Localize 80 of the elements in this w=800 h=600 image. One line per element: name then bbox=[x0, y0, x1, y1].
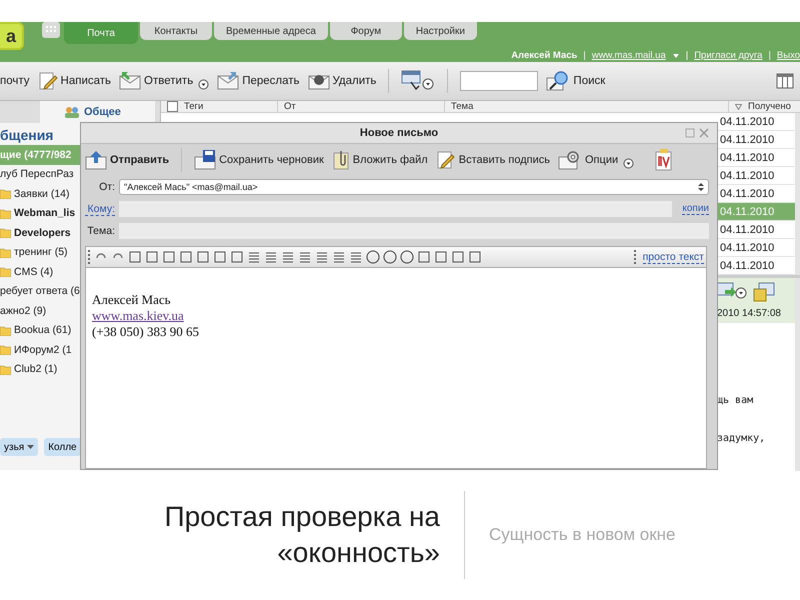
folder-item[interactable]: Club2 (1) bbox=[0, 360, 80, 379]
message-date: 2010 14:57:08 bbox=[717, 308, 782, 319]
folder-item[interactable]: ИФорум2 (1 bbox=[0, 340, 80, 360]
toolbar-button[interactable]: Написать bbox=[38, 71, 112, 91]
to-field[interactable] bbox=[119, 201, 672, 217]
subject-field[interactable] bbox=[119, 223, 709, 239]
folder-item[interactable]: Заявки (14) bbox=[0, 184, 80, 204]
plain-text-link[interactable]: просто текст bbox=[642, 250, 704, 264]
search-button[interactable]: Поиск bbox=[546, 70, 606, 92]
signature-link[interactable]: www.mas.kiev.ua bbox=[92, 308, 184, 324]
stepper-icon[interactable] bbox=[698, 182, 704, 192]
dialog-toolbar-button[interactable]: Вставить подпись bbox=[436, 150, 550, 170]
dropdown-icon[interactable] bbox=[198, 78, 210, 90]
nav-tab[interactable]: Контакты bbox=[140, 22, 212, 40]
logo[interactable]: a bbox=[0, 22, 24, 50]
folder-item[interactable]: Developers bbox=[0, 223, 80, 242]
folder-item[interactable]: ажно2 (9) bbox=[0, 301, 80, 320]
envelope-icon[interactable] bbox=[119, 71, 142, 91]
toolbar-button[interactable]: Переслать bbox=[217, 71, 300, 91]
cc-link[interactable]: копии bbox=[682, 203, 709, 215]
field-label: Тема: bbox=[86, 225, 115, 237]
from-select[interactable]: "Алексей Мась" <mas@mail.ua> bbox=[119, 179, 709, 195]
contact-group-button[interactable]: Колле bbox=[44, 438, 81, 456]
separator: | bbox=[768, 50, 771, 61]
signature-phone: (+38 050) 383 90 65 bbox=[92, 324, 199, 340]
field-label: От: bbox=[98, 181, 115, 193]
smiley-icon[interactable] bbox=[366, 250, 380, 264]
column-header[interactable]: От bbox=[278, 101, 445, 112]
dialog-toolbar-button[interactable]: Опции bbox=[558, 150, 634, 170]
folder-item[interactable]: луб ПереспРаз bbox=[0, 164, 80, 184]
envelope-icon[interactable] bbox=[217, 71, 240, 91]
nav-tab[interactable]: Настройки bbox=[404, 22, 477, 40]
move-icon[interactable] bbox=[717, 282, 747, 300]
caret-icon[interactable] bbox=[672, 52, 680, 58]
separator: | bbox=[583, 50, 586, 61]
dropdown-icon[interactable] bbox=[623, 158, 634, 168]
toolbar-button[interactable]: Ответить bbox=[119, 71, 210, 91]
folder-item[interactable]: Bookua (61) bbox=[0, 320, 80, 340]
align-right-icon[interactable] bbox=[281, 250, 295, 264]
signature-name: Алексей Мась bbox=[92, 292, 171, 308]
search-field[interactable] bbox=[460, 71, 538, 91]
user-name: Алексей Мась bbox=[511, 50, 578, 61]
dialog-toolbar-button[interactable]: Вложить файл bbox=[332, 150, 428, 170]
nav-tab[interactable]: Форум bbox=[330, 22, 402, 40]
pencil-icon[interactable] bbox=[38, 71, 58, 91]
sad-face-icon[interactable] bbox=[400, 250, 414, 264]
column-header[interactable]: Теги bbox=[161, 101, 278, 112]
search-icon[interactable] bbox=[546, 70, 570, 92]
pencil-icon[interactable] bbox=[436, 150, 456, 170]
column-header[interactable]: Получено bbox=[729, 101, 800, 112]
folder-item[interactable]: ребует ответа (6 bbox=[0, 282, 80, 301]
floppy-disk-icon[interactable] bbox=[194, 150, 216, 170]
send-icon[interactable] bbox=[85, 150, 107, 170]
sidebar-tab[interactable]: Общее bbox=[40, 101, 155, 123]
columns-icon[interactable] bbox=[776, 72, 794, 90]
message-text: задумку, bbox=[717, 433, 766, 446]
slide-title: Простая проверка на «оконность» bbox=[163, 500, 440, 570]
nav-tab[interactable]: Временные адреса bbox=[214, 22, 328, 40]
toolbar-button[interactable]: Удалить bbox=[308, 71, 376, 91]
folder-item[interactable]: CMS (4) bbox=[0, 262, 80, 282]
dialog-title: Новое письмо bbox=[360, 127, 438, 139]
toolbar-button[interactable]: почту bbox=[0, 75, 30, 87]
contact-group-button[interactable]: узья bbox=[0, 438, 38, 456]
smiley-icon[interactable] bbox=[383, 250, 397, 264]
sort-icon[interactable] bbox=[735, 104, 742, 110]
message-body-field[interactable]: Алексей Мась www.mas.kiev.ua (+38 050) 383 90 65 bbox=[86, 268, 706, 468]
align-center-icon[interactable] bbox=[264, 250, 278, 264]
folder-item[interactable]: Webman_lis bbox=[0, 204, 80, 223]
folder-item[interactable]: тренинг (5) bbox=[0, 242, 80, 262]
dialog-toolbar-button[interactable]: Сохранить черновик bbox=[194, 150, 324, 170]
column-header[interactable]: Тема bbox=[445, 101, 729, 112]
caret-icon[interactable] bbox=[27, 444, 34, 450]
slide-subtitle: Сущность в новом окне bbox=[489, 525, 676, 545]
paperclip-icon[interactable] bbox=[332, 150, 350, 170]
align-left-icon[interactable] bbox=[247, 250, 261, 264]
sidebar-heading: бщения bbox=[0, 126, 54, 145]
window-icon[interactable] bbox=[753, 282, 775, 302]
separator: | bbox=[686, 50, 688, 61]
to-link[interactable]: Кому: bbox=[85, 202, 115, 216]
dialog-toolbar-button[interactable]: Отправить bbox=[85, 150, 170, 170]
